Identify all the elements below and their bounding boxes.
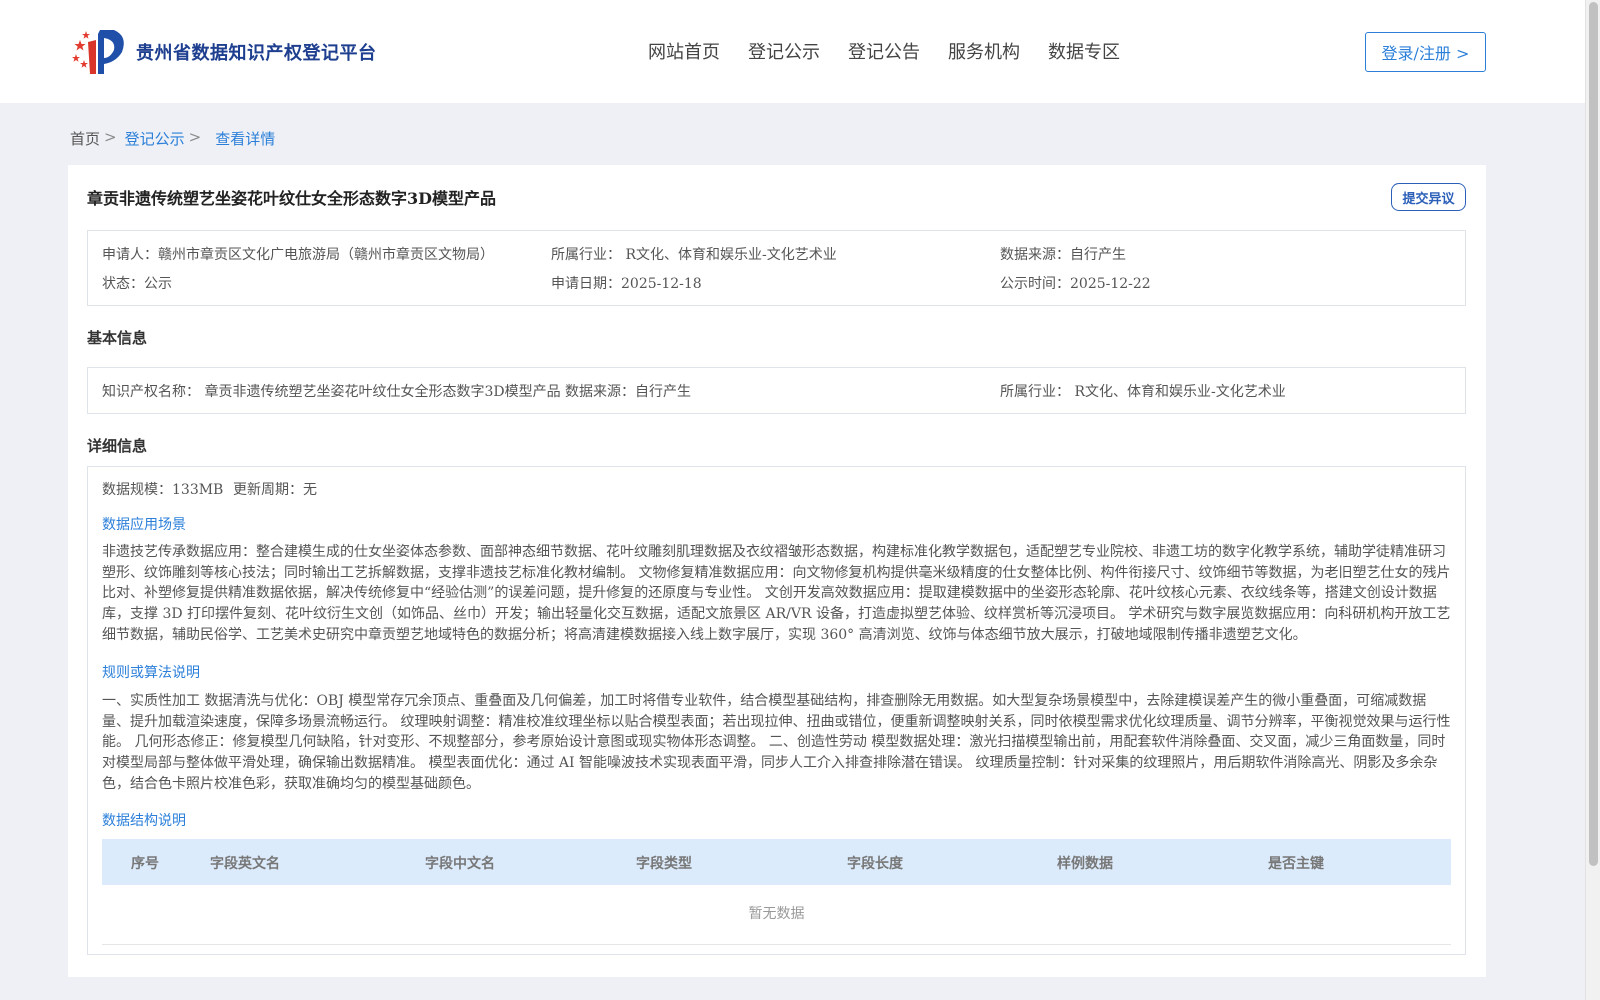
nav-item-registration-notice[interactable]: 登记公示 — [748, 38, 820, 64]
site-header: 贵州省数据知识产权登记平台 网站首页 登记公示 登记公告 服务机构 数据专区 登… — [0, 0, 1585, 103]
page-scrollbar[interactable] — [1585, 0, 1600, 1000]
breadcrumb-section[interactable]: 登记公示 — [125, 128, 185, 149]
site-logo[interactable]: 贵州省数据知识产权登记平台 — [70, 26, 377, 76]
submit-objection-button[interactable]: 提交异议 — [1391, 183, 1466, 211]
data-structure-heading: 数据结构说明 — [102, 813, 186, 829]
breadcrumb-home[interactable]: 首页 — [70, 128, 100, 149]
application-scenario-heading: 数据应用场景 — [102, 517, 186, 533]
breadcrumb-current: 查看详情 — [215, 130, 276, 148]
detail-info-panel: 数据规模：133MB 更新周期：无 数据应用场景 非遗技艺传承数据应用：整合建模… — [87, 466, 1466, 955]
data-scale-field: 数据规模：133MB — [102, 482, 224, 498]
breadcrumb-separator: > — [104, 128, 117, 146]
summary-panel: 申请人：赣州市章贡区文化广电旅游局（赣州市章贡区文物局） 所属行业： R文化、体… — [87, 230, 1466, 306]
site-title: 贵州省数据知识产权登记平台 — [136, 43, 377, 64]
breadcrumb-separator: > — [188, 128, 202, 146]
publish-date-field: 公示时间：2025-12-22 — [1000, 276, 1151, 292]
logo-emblem-icon — [72, 30, 124, 74]
basic-industry-field: 所属行业： R文化、体育和娱乐业-文化艺术业 — [1000, 384, 1286, 400]
scrollbar-thumb[interactable] — [1589, 2, 1598, 866]
column-header: 样例数据 — [1057, 856, 1113, 872]
column-header: 字段英文名 — [210, 856, 280, 872]
nav-item-data-zone[interactable]: 数据专区 — [1048, 38, 1120, 64]
ip-name-field: 知识产权名称： 章贡非遗传统塑艺坐姿花叶纹仕女全形态数字3D模型产品 数据来源：… — [102, 384, 692, 400]
column-header: 字段类型 — [636, 856, 692, 872]
column-header: 序号 — [131, 856, 159, 872]
nav-item-registration-announcement[interactable]: 登记公告 — [848, 38, 920, 64]
basic-info-heading: 基本信息 — [87, 329, 148, 347]
update-cycle-field: 更新周期：无 — [233, 482, 317, 498]
status-field: 状态：公示 — [102, 276, 172, 292]
rules-heading: 规则或算法说明 — [102, 665, 200, 681]
nav-item-home[interactable]: 网站首页 — [648, 38, 720, 64]
application-scenario-text: 非遗技艺传承数据应用：整合建模生成的仕女坐姿体态参数、面部神态细节数据、花叶纹雕… — [102, 544, 1451, 643]
column-header: 字段中文名 — [425, 856, 495, 872]
page-title: 章贡非遗传统塑艺坐姿花叶纹仕女全形态数字3D模型产品 — [87, 189, 497, 208]
data-source-field: 数据来源：自行产生 — [1000, 247, 1126, 263]
data-structure-table-header: 序号 字段英文名 字段中文名 字段类型 字段长度 样例数据 是否主键 — [102, 839, 1451, 885]
detail-info-heading: 详细信息 — [87, 437, 148, 455]
rules-text: 一、实质性加工 数据清洗与优化：OBJ 模型常存冗余顶点、重叠面及几何偏差，加工… — [102, 693, 1451, 792]
column-header: 是否主键 — [1268, 856, 1324, 872]
nav-item-service-agencies[interactable]: 服务机构 — [948, 38, 1020, 64]
applicant-field: 申请人：赣州市章贡区文化广电旅游局（赣州市章贡区文物局） — [102, 247, 494, 263]
table-empty-state: 暂无数据 — [102, 885, 1451, 945]
breadcrumb: 首页 > 登记公示 > 查看详情 — [70, 128, 275, 149]
apply-date-field: 申请日期：2025-12-18 — [551, 276, 702, 292]
basic-info-panel: 知识产权名称： 章贡非遗传统塑艺坐姿花叶纹仕女全形态数字3D模型产品 数据来源：… — [87, 367, 1466, 414]
industry-field: 所属行业： R文化、体育和娱乐业-文化艺术业 — [551, 247, 837, 263]
detail-card: 章贡非遗传统塑艺坐姿花叶纹仕女全形态数字3D模型产品 提交异议 申请人：赣州市章… — [68, 165, 1486, 977]
column-header: 字段长度 — [847, 856, 903, 872]
main-nav: 网站首页 登记公示 登记公告 服务机构 数据专区 — [648, 38, 1148, 64]
login-register-button[interactable]: 登录/注册 > — [1365, 32, 1486, 72]
